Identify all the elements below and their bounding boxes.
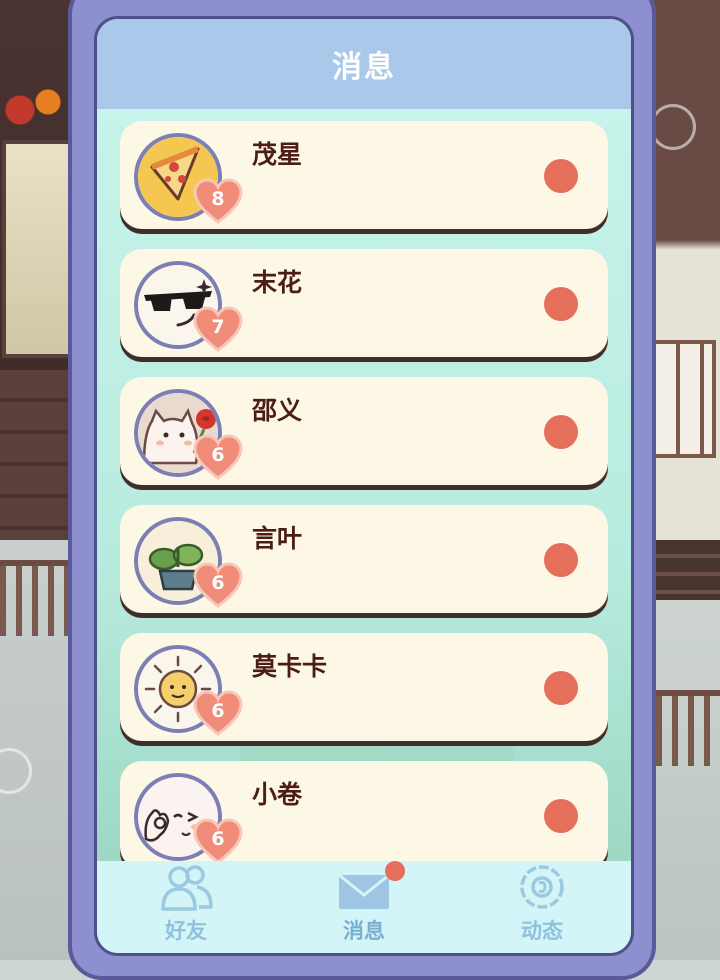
right-railing <box>656 690 720 766</box>
contact-name: 言叶 <box>252 524 303 553</box>
sun-deco-icon <box>650 104 696 150</box>
unread-indicator <box>544 671 578 705</box>
friends-icon <box>157 863 215 913</box>
contact-name: 末花 <box>252 268 303 297</box>
left-railing <box>0 560 70 636</box>
message-card[interactable]: 6 小卷 <box>120 761 608 861</box>
unread-indicator <box>544 287 578 321</box>
left-shelf <box>0 370 72 540</box>
affinity-level: 6 <box>211 444 225 466</box>
affinity-heart: 6 <box>192 689 244 737</box>
tab-messages[interactable]: 消息 <box>275 861 453 953</box>
unread-indicator <box>544 415 578 449</box>
tab-moments-label: 动态 <box>521 919 563 943</box>
unread-indicator <box>544 159 578 193</box>
contact-name: 邵义 <box>252 396 303 425</box>
flower-icon <box>513 863 571 913</box>
right-window <box>652 340 716 458</box>
message-card[interactable]: 6 莫卡卡 <box>120 633 608 741</box>
tab-moments[interactable]: 动态 <box>453 861 631 953</box>
unread-indicator <box>544 799 578 833</box>
affinity-level: 6 <box>211 700 225 722</box>
message-card[interactable]: 8 茂星 <box>120 121 608 229</box>
phone-screen: 消息 8 茂星 7 末花 6 邵义 6 言叶 6 莫卡卡 6 小卷 好友 消息 … <box>94 16 634 956</box>
affinity-level: 6 <box>211 572 225 594</box>
contact-name: 茂星 <box>252 140 303 169</box>
affinity-heart: 6 <box>192 561 244 609</box>
tab-messages-label: 消息 <box>343 919 385 943</box>
page-title: 消息 <box>332 50 396 85</box>
bottom-tab-bar: 好友 消息 动态 <box>97 861 631 953</box>
unread-indicator <box>544 543 578 577</box>
affinity-heart: 6 <box>192 817 244 861</box>
affinity-heart: 6 <box>192 433 244 481</box>
autumn-leaves-decoration <box>0 80 70 140</box>
affinity-heart: 7 <box>192 305 244 353</box>
right-stairs <box>656 540 720 600</box>
message-card[interactable]: 6 邵义 <box>120 377 608 485</box>
message-tab-badge <box>385 861 405 881</box>
affinity-level: 8 <box>211 188 225 210</box>
contact-name: 莫卡卡 <box>252 652 328 681</box>
contact-name: 小卷 <box>252 780 303 809</box>
message-card[interactable]: 7 末花 <box>120 249 608 357</box>
tab-friends[interactable]: 好友 <box>97 861 275 953</box>
left-window <box>2 140 72 358</box>
message-card[interactable]: 6 言叶 <box>120 505 608 613</box>
message-list[interactable]: 8 茂星 7 末花 6 邵义 6 言叶 6 莫卡卡 6 小卷 <box>97 109 631 861</box>
affinity-level: 7 <box>211 316 225 338</box>
affinity-heart: 8 <box>192 177 244 225</box>
tab-friends-label: 好友 <box>165 919 207 943</box>
affinity-level: 6 <box>211 828 225 850</box>
header-bar: 消息 <box>97 19 631 109</box>
